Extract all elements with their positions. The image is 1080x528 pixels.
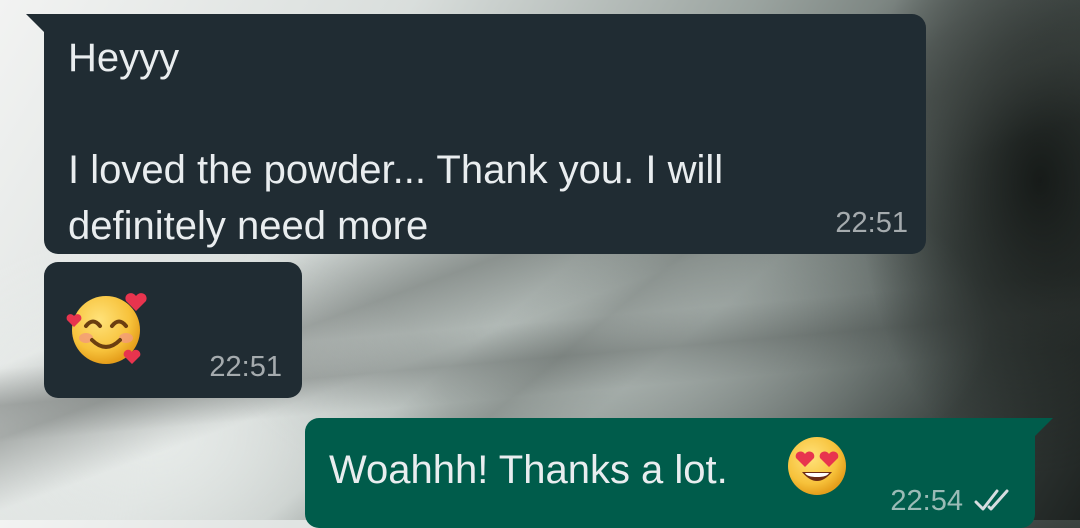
incoming-message-bubble[interactable]: Heyyy I loved the powder... Thank you. I…: [44, 14, 926, 254]
read-receipt-icon: [973, 488, 1017, 514]
message-timestamp: 22:51: [835, 207, 908, 239]
message-text: Heyyy I loved the powder... Thank you. I…: [68, 36, 724, 248]
heart-eyes-icon: [785, 434, 849, 498]
message-text: Woahhh! Thanks a lot.: [329, 448, 728, 492]
outgoing-message-bubble[interactable]: Woahhh! Thanks a lot. 22:54: [305, 418, 1035, 528]
message-timestamp: 22:54: [890, 485, 963, 517]
message-timestamp: 22:51: [209, 351, 282, 383]
incoming-emoji-bubble[interactable]: 22:51: [44, 262, 302, 398]
bubble-tail-incoming: [26, 14, 44, 32]
bubble-tail-outgoing: [1035, 418, 1053, 436]
smiling-face-with-hearts-icon: [66, 286, 148, 368]
